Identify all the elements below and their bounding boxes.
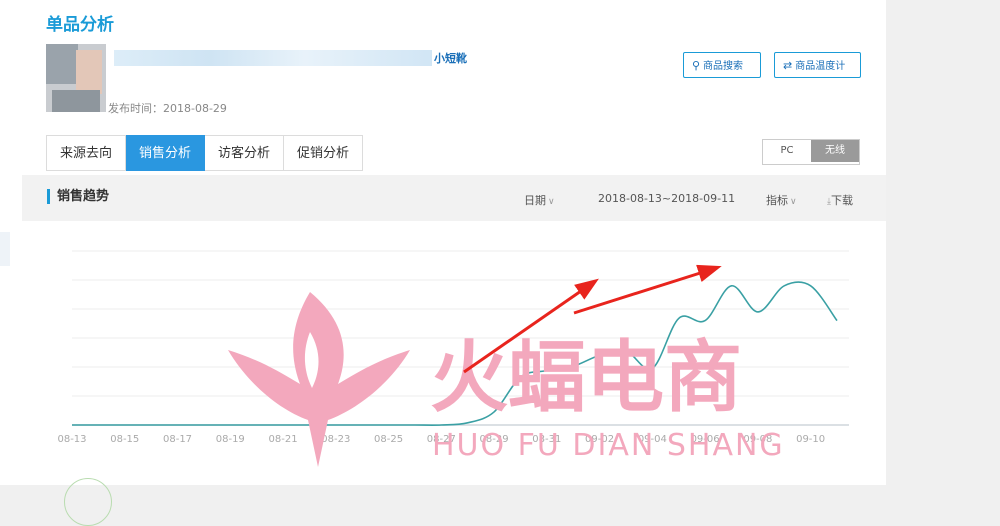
left-sidebar-strip bbox=[0, 0, 23, 485]
annotation-arrows bbox=[463, 264, 722, 374]
sidebar-selection-marker bbox=[0, 232, 10, 266]
right-empty-pane bbox=[886, 0, 1000, 485]
bottom-circle-badge bbox=[64, 478, 112, 526]
main-panel: 单品分析 小短靴 发布时间：2018-08-29 ⚲ 商品搜索 ⇄ 商品温度计 来源… bbox=[22, 0, 886, 526]
arrow-annotation-1 bbox=[463, 278, 599, 374]
arrow-annotation-2 bbox=[573, 264, 722, 315]
